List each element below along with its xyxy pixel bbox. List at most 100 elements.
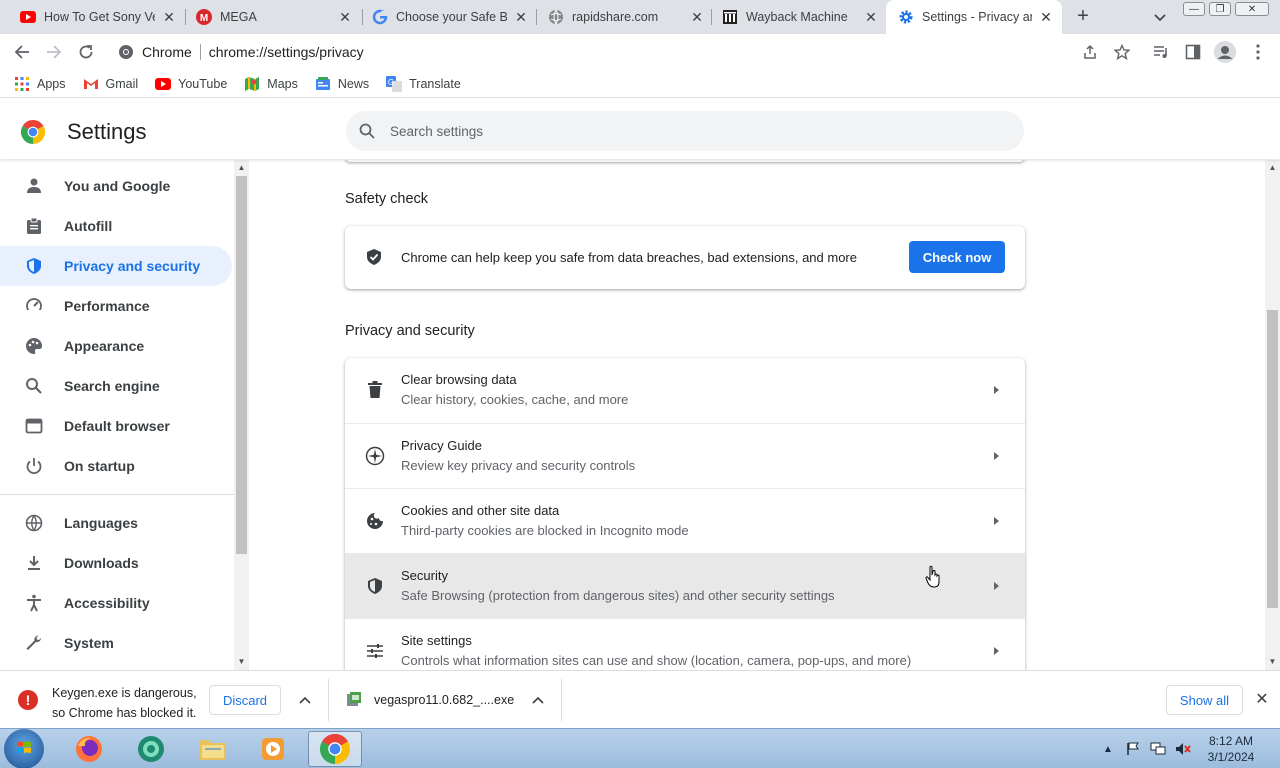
sidebar-item-label: On startup <box>64 458 135 474</box>
minimize-button[interactable]: — <box>1183 2 1205 16</box>
discard-button[interactable]: Discard <box>209 685 281 715</box>
scrollbar-thumb[interactable] <box>1267 310 1278 608</box>
taskbar-clock[interactable]: 8:12 AM 3/1/2024 <box>1196 733 1266 765</box>
taskbar-chrome[interactable] <box>308 731 362 767</box>
volume-muted-icon[interactable] <box>1175 741 1191 757</box>
sidebar-item-autofill[interactable]: Autofill <box>0 206 232 246</box>
settings-main: Safety check Chrome can help keep you sa… <box>249 160 1265 670</box>
tab-strip: How To Get Sony Ve ✕ M MEGA ✕ Choose you… <box>0 0 1280 34</box>
omnibox-divider <box>199 44 201 60</box>
shield-check-icon <box>365 248 383 271</box>
window-close-button[interactable]: ✕ <box>1235 2 1269 16</box>
sliders-icon <box>365 641 385 661</box>
bookmark-news[interactable]: News <box>315 76 369 92</box>
row-clear-browsing-data[interactable]: Clear browsing data Clear history, cooki… <box>345 358 1025 423</box>
tab-youtube[interactable]: How To Get Sony Ve ✕ <box>0 0 185 34</box>
check-now-button[interactable]: Check now <box>909 241 1005 273</box>
sidebar-item-languages[interactable]: Languages <box>0 503 232 543</box>
bookmark-maps[interactable]: Maps <box>244 76 298 92</box>
sidebar-item-label: Privacy and security <box>64 258 201 274</box>
start-button[interactable] <box>4 729 44 768</box>
chevron-up-icon[interactable] <box>297 692 313 708</box>
sidebar-item-accessibility[interactable]: Accessibility <box>0 583 232 623</box>
side-panel-icon[interactable] <box>1181 40 1205 64</box>
settings-search[interactable] <box>346 111 1024 151</box>
sidebar-item-system[interactable]: System <box>0 623 232 663</box>
news-icon <box>315 76 331 92</box>
gear-icon <box>898 9 914 25</box>
star-icon[interactable] <box>1110 40 1134 64</box>
taskbar-explorer[interactable] <box>186 731 240 767</box>
sidebar-scrollbar[interactable]: ▲ ▼ <box>234 160 249 670</box>
restore-button[interactable]: ❐ <box>1209 2 1231 16</box>
close-icon[interactable]: ✕ <box>513 9 529 25</box>
taskbar-firefox[interactable] <box>62 731 116 767</box>
sidebar-item-on-startup[interactable]: On startup <box>0 446 232 486</box>
sidebar-item-label: Languages <box>64 515 138 531</box>
row-security[interactable]: Security Safe Browsing (protection from … <box>345 553 1025 618</box>
sidebar-item-privacy-and-security[interactable]: Privacy and security <box>0 246 232 286</box>
media-icon[interactable] <box>1149 40 1173 64</box>
download-file-name[interactable]: vegaspro11.0.682_....exe <box>374 693 514 707</box>
row-site-settings[interactable]: Site settings Controls what information … <box>345 618 1025 670</box>
close-icon[interactable]: ✕ <box>161 9 177 25</box>
omnibox-site-label: Chrome <box>142 44 192 60</box>
sidebar-item-label: System <box>64 635 114 651</box>
svg-text:G: G <box>388 78 394 87</box>
scroll-up-arrow-icon[interactable]: ▲ <box>237 163 246 172</box>
forward-button[interactable] <box>42 40 66 64</box>
bookmark-apps[interactable]: Apps <box>14 76 66 92</box>
search-input[interactable] <box>390 123 990 139</box>
bookmark-youtube[interactable]: YouTube <box>155 76 227 92</box>
close-icon[interactable]: ✕ <box>1038 9 1054 25</box>
tab-wayback[interactable]: Wayback Machine ✕ <box>702 0 887 34</box>
new-tab-button[interactable]: + <box>1072 5 1094 27</box>
close-icon[interactable]: ✕ <box>863 9 879 25</box>
sidebar-item-default-browser[interactable]: Default browser <box>0 406 232 446</box>
sidebar-item-downloads[interactable]: Downloads <box>0 543 232 583</box>
search-icon <box>24 376 44 396</box>
bookmark-translate[interactable]: G Translate <box>386 75 461 92</box>
tab-search-button[interactable] <box>1151 8 1169 26</box>
scroll-up-arrow-icon[interactable]: ▲ <box>1268 163 1277 172</box>
sidebar-item-performance[interactable]: Performance <box>0 286 232 326</box>
more-menu-icon[interactable] <box>1246 40 1270 64</box>
share-icon[interactable] <box>1078 40 1102 64</box>
row-subtitle: Third-party cookies are blocked in Incog… <box>401 523 689 538</box>
sidebar-item-you-and-google[interactable]: You and Google <box>0 166 232 206</box>
profile-avatar[interactable] <box>1213 40 1237 64</box>
tab-title: rapidshare.com <box>572 10 659 24</box>
sidebar-item-label: Search engine <box>64 378 160 394</box>
privacy-security-heading: Privacy and security <box>345 323 475 339</box>
network-icon[interactable] <box>1150 741 1166 757</box>
sidebar-item-search-engine[interactable]: Search engine <box>0 366 232 406</box>
tab-google[interactable]: Choose your Safe Br ✕ <box>352 0 537 34</box>
person-icon <box>24 176 44 196</box>
bookmark-gmail[interactable]: Gmail <box>83 76 138 92</box>
power-icon <box>24 456 44 476</box>
address-bar[interactable]: Chrome chrome://settings/privacy <box>108 37 1140 67</box>
tab-mega[interactable]: M MEGA ✕ <box>176 0 361 34</box>
scrollbar-thumb[interactable] <box>236 176 247 554</box>
close-icon[interactable]: ✕ <box>1254 691 1270 708</box>
sidebar-item-appearance[interactable]: Appearance <box>0 326 232 366</box>
tray-expand-icon[interactable]: ▲ <box>1100 741 1116 757</box>
row-cookies[interactable]: Cookies and other site data Third-party … <box>345 488 1025 553</box>
reload-button[interactable] <box>74 40 98 64</box>
maps-icon <box>244 76 260 92</box>
close-icon[interactable]: ✕ <box>337 9 353 25</box>
scroll-down-arrow-icon[interactable]: ▼ <box>1268 657 1277 666</box>
row-privacy-guide[interactable]: Privacy Guide Review key privacy and sec… <box>345 423 1025 488</box>
row-subtitle: Safe Browsing (protection from dangerous… <box>401 588 835 603</box>
show-all-button[interactable]: Show all <box>1166 685 1243 715</box>
scroll-down-arrow-icon[interactable]: ▼ <box>237 657 246 666</box>
main-scrollbar[interactable]: ▲ ▼ <box>1265 160 1280 670</box>
taskbar-media-player[interactable] <box>246 731 300 767</box>
back-button[interactable] <box>10 40 34 64</box>
action-center-flag-icon[interactable] <box>1125 741 1141 757</box>
tab-rapidshare[interactable]: rapidshare.com ✕ <box>528 0 713 34</box>
clock-time: 8:12 AM <box>1208 734 1254 748</box>
tab-settings[interactable]: Settings - Privacy an ✕ <box>886 0 1062 34</box>
taskbar-app-green[interactable] <box>124 731 178 767</box>
chevron-up-icon[interactable] <box>530 692 546 708</box>
